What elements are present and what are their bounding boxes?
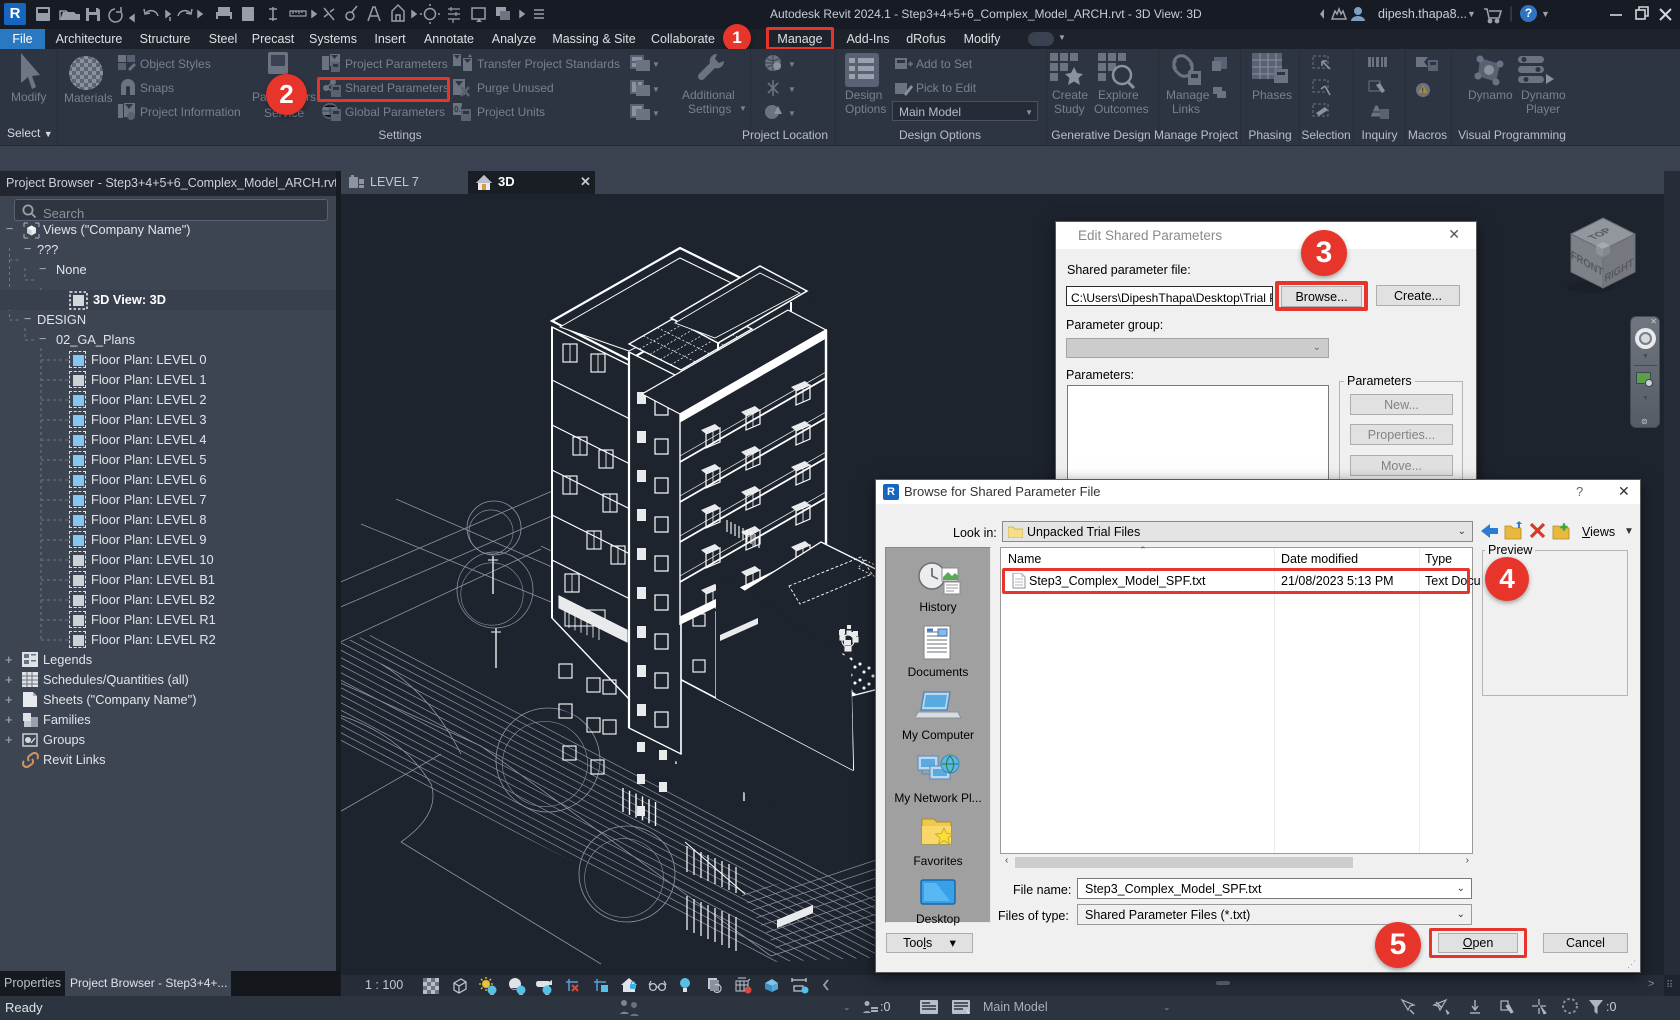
svg-text:!: ! — [1422, 88, 1424, 95]
